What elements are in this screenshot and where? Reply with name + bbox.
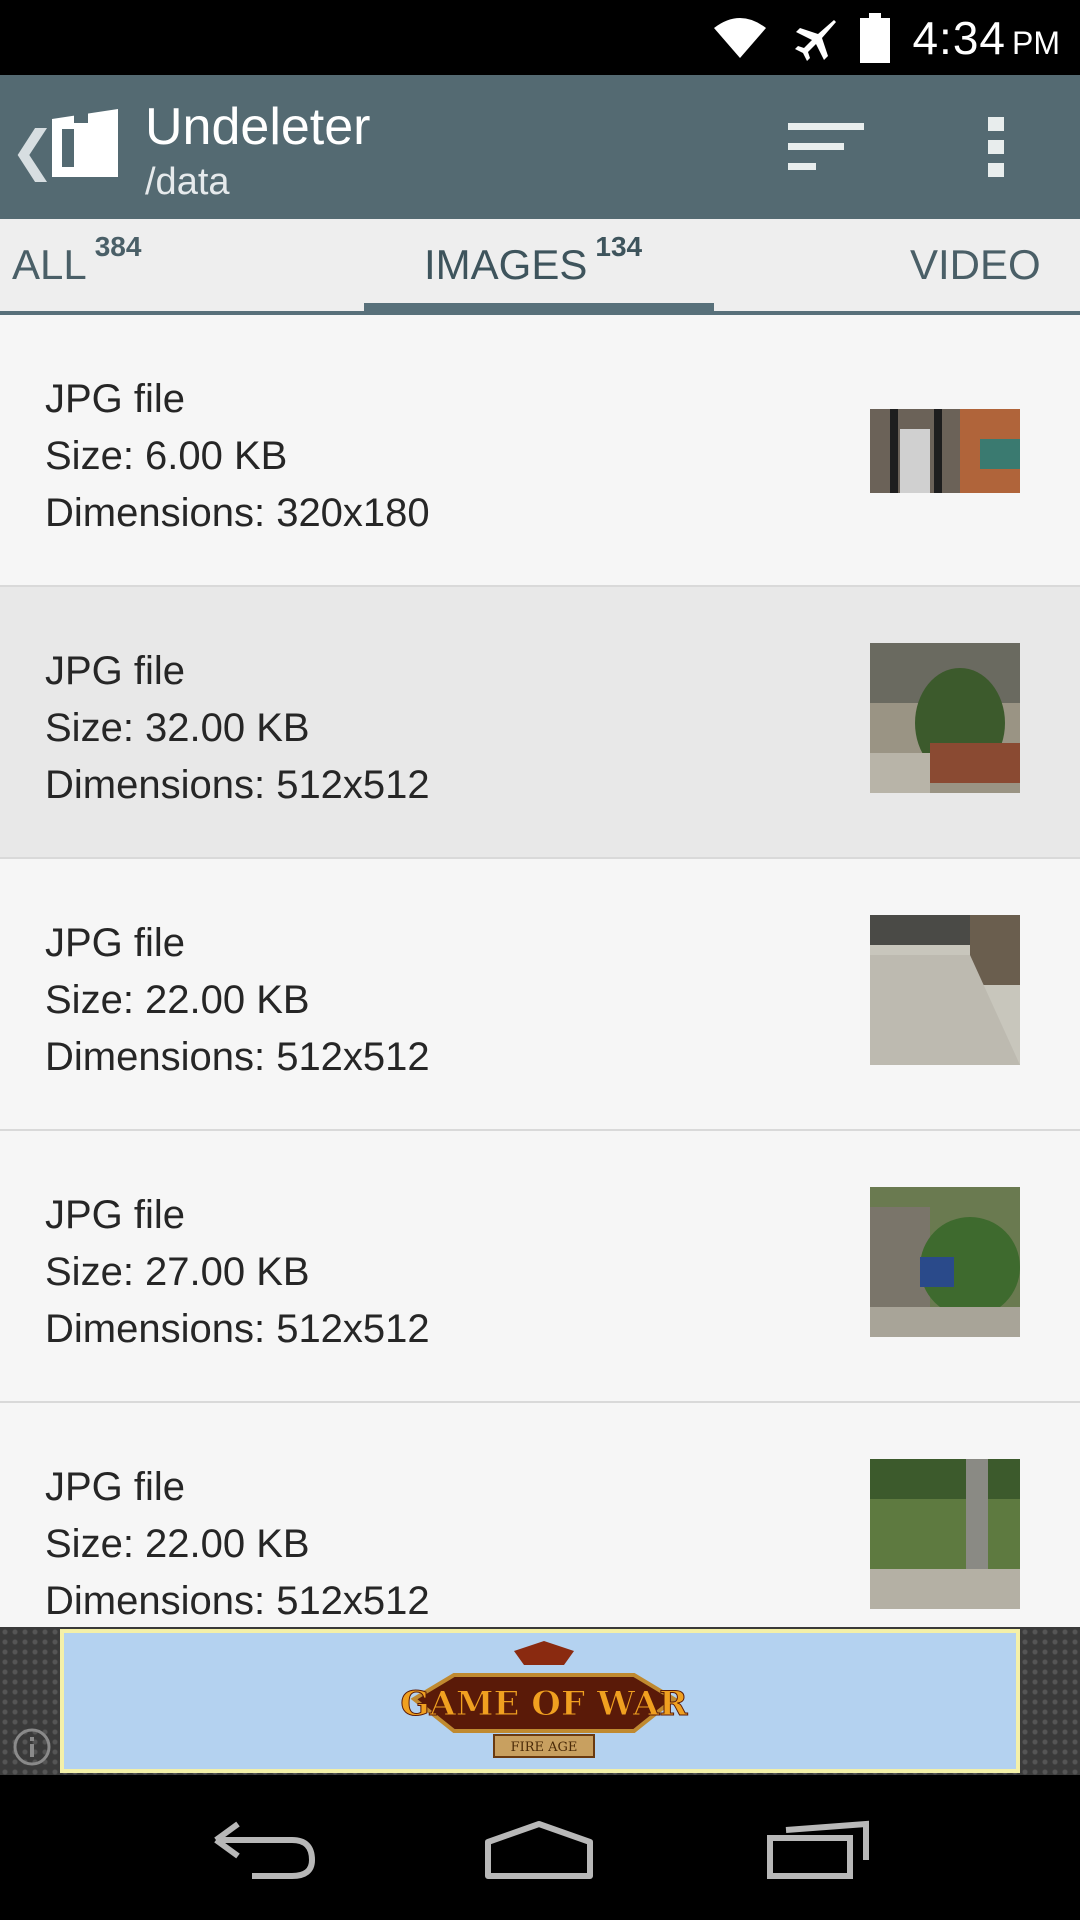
status-bar: 4:34 PM <box>0 0 1080 75</box>
file-type: JPG file <box>45 649 186 693</box>
airplane-icon <box>795 19 837 61</box>
ad-info-icon[interactable] <box>12 1727 52 1767</box>
app-logo-icon[interactable] <box>48 105 122 179</box>
file-type: JPG file <box>45 921 186 965</box>
file-size: Size: 32.00 KB <box>45 706 310 750</box>
file-info: JPG file Size: 6.00 KB Dimensions: 320x1… <box>45 371 430 542</box>
tab-all-label: ALL <box>12 241 87 288</box>
back-nav-icon[interactable] <box>212 1820 316 1880</box>
tab-all-count: 384 <box>94 231 142 262</box>
list-item[interactable]: JPG file Size: 32.00 KB Dimensions: 512x… <box>0 587 1080 859</box>
file-size: Size: 27.00 KB <box>45 1250 310 1294</box>
list-item[interactable]: JPG file Size: 27.00 KB Dimensions: 512x… <box>0 1131 1080 1403</box>
image-thumbnail[interactable] <box>870 915 1020 1065</box>
file-type: JPG file <box>45 377 186 421</box>
image-thumbnail[interactable] <box>870 1459 1020 1609</box>
file-list[interactable]: JPG file Size: 6.00 KB Dimensions: 320x1… <box>0 315 1080 1627</box>
tab-bar: ALL 384 IMAGES 134 VIDEO <box>0 219 1080 315</box>
image-thumbnail[interactable] <box>870 1187 1020 1337</box>
game-of-war-logo[interactable]: GAME OF WAR FIRE AGE <box>394 1641 694 1767</box>
navigation-bar <box>0 1775 1080 1920</box>
clock-ampm: PM <box>1012 24 1060 61</box>
wifi-icon <box>714 17 767 58</box>
tab-images-label: IMAGES <box>424 241 588 288</box>
tab-images[interactable]: IMAGES 134 <box>424 219 642 311</box>
list-item[interactable]: JPG file Size: 22.00 KB Dimensions: 512x… <box>0 1403 1080 1627</box>
tab-images-count: 134 <box>595 231 643 262</box>
tab-indicator <box>364 303 714 311</box>
battery-icon <box>860 12 891 63</box>
file-info: JPG file Size: 32.00 KB Dimensions: 512x… <box>45 643 430 814</box>
svg-text:GAME OF WAR: GAME OF WAR <box>400 1684 688 1724</box>
clock-time: 4:34 <box>912 11 1006 64</box>
file-info: JPG file Size: 22.00 KB Dimensions: 512x… <box>45 1459 430 1627</box>
file-size: Size: 22.00 KB <box>45 1522 310 1566</box>
image-thumbnail[interactable] <box>870 643 1020 793</box>
home-nav-icon[interactable] <box>484 1820 594 1880</box>
file-dimensions: Dimensions: 512x512 <box>45 1579 430 1623</box>
svg-text:FIRE AGE: FIRE AGE <box>511 1740 578 1755</box>
file-info: JPG file Size: 27.00 KB Dimensions: 512x… <box>45 1187 430 1358</box>
sort-icon[interactable] <box>780 117 876 181</box>
file-dimensions: Dimensions: 320x180 <box>45 491 430 535</box>
ad-banner[interactable]: GAME OF WAR FIRE AGE <box>0 1627 1080 1775</box>
file-type: JPG file <box>45 1193 186 1237</box>
tab-video-label: VIDEO <box>910 241 1041 288</box>
file-dimensions: Dimensions: 512x512 <box>45 1307 430 1351</box>
file-type: JPG file <box>45 1465 186 1509</box>
image-thumbnail[interactable] <box>870 409 1020 493</box>
tab-all[interactable]: ALL 384 <box>12 219 141 311</box>
overflow-menu-icon[interactable] <box>976 111 1016 183</box>
tab-video[interactable]: VIDEO <box>910 219 1041 311</box>
ad-frame[interactable]: GAME OF WAR FIRE AGE <box>60 1629 1020 1773</box>
list-item[interactable]: JPG file Size: 6.00 KB Dimensions: 320x1… <box>0 315 1080 587</box>
file-size: Size: 22.00 KB <box>45 978 310 1022</box>
recents-nav-icon[interactable] <box>766 1820 872 1880</box>
app-title: Undeleter <box>145 98 371 156</box>
file-info: JPG file Size: 22.00 KB Dimensions: 512x… <box>45 915 430 1086</box>
list-item[interactable]: JPG file Size: 22.00 KB Dimensions: 512x… <box>0 859 1080 1131</box>
file-dimensions: Dimensions: 512x512 <box>45 763 430 807</box>
file-size: Size: 6.00 KB <box>45 434 288 478</box>
current-path: /data <box>145 161 230 203</box>
file-dimensions: Dimensions: 512x512 <box>45 1035 430 1079</box>
app-bar: ❮ Undeleter /data <box>0 75 1080 219</box>
